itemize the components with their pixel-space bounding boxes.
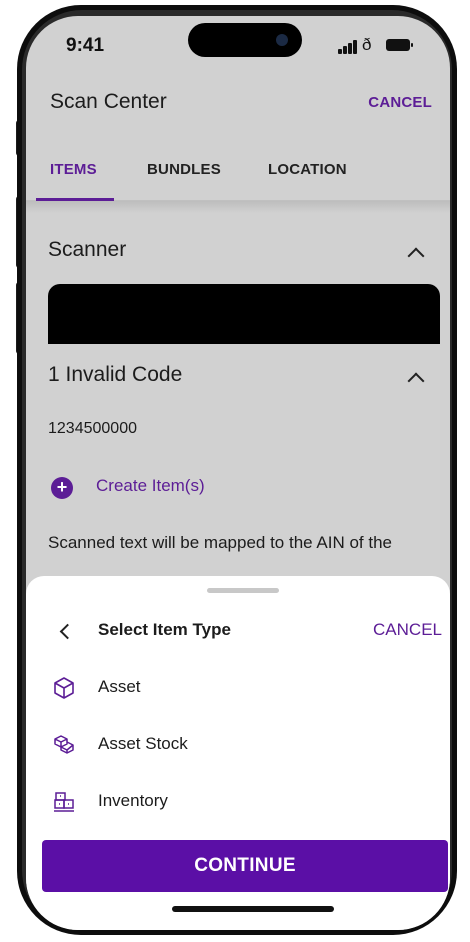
select-item-type-sheet: Select Item Type CANCEL Asset Asset Stoc…: [26, 576, 450, 930]
cube-icon: [54, 677, 74, 699]
create-items-label: Create Item(s): [96, 476, 205, 495]
item-type-label: Inventory: [98, 791, 168, 810]
invalid-section-title: 1 Invalid Code: [48, 363, 183, 386]
scanner-camera-view[interactable]: [48, 284, 440, 344]
status-time: 9:41: [66, 35, 105, 56]
wifi-icon: ð: [362, 35, 372, 54]
cubes-stack-icon: [54, 735, 74, 754]
item-type-inventory[interactable]: Inventory: [48, 788, 428, 818]
chevron-up-icon[interactable]: [407, 247, 425, 265]
tabs-shadow: [26, 201, 450, 213]
inventory-boxes-icon: [54, 792, 74, 812]
item-type-asset-stock[interactable]: Asset Stock: [48, 731, 428, 761]
battery-icon: [386, 39, 413, 51]
home-indicator[interactable]: [172, 906, 334, 912]
back-arrow-icon[interactable]: [59, 623, 76, 640]
tab-bundles[interactable]: BUNDLES: [147, 161, 221, 178]
sheet-cancel-button[interactable]: CANCEL: [373, 620, 442, 640]
continue-button[interactable]: CONTINUE: [42, 840, 448, 892]
header-cancel-button[interactable]: CANCEL: [368, 94, 432, 111]
chevron-up-icon[interactable]: [407, 372, 425, 390]
dynamic-island: [188, 23, 302, 57]
plus-circle-icon: +: [51, 477, 73, 499]
phone-screen: 9:41 ð Scan Center CANCEL ITEMS BUNDLES …: [26, 16, 450, 930]
tab-bar: ITEMS BUNDLES LOCATION: [26, 154, 450, 201]
scan-info-text: Scanned text will be mapped to the AIN o…: [48, 533, 392, 552]
signal-icon: [338, 40, 358, 54]
tab-location[interactable]: LOCATION: [268, 161, 347, 178]
status-bar: 9:41 ð: [26, 16, 450, 78]
page-title: Scan Center: [50, 90, 167, 113]
tab-items[interactable]: ITEMS: [50, 161, 97, 178]
item-type-label: Asset: [98, 677, 141, 696]
scanner-section-title: Scanner: [48, 238, 127, 261]
camera-icon: [276, 34, 288, 46]
invalid-code-value: 1234500000: [48, 420, 137, 437]
sheet-grabber[interactable]: [207, 588, 279, 593]
sheet-title: Select Item Type: [98, 620, 231, 639]
item-type-asset[interactable]: Asset: [48, 674, 428, 704]
item-type-label: Asset Stock: [98, 734, 188, 753]
